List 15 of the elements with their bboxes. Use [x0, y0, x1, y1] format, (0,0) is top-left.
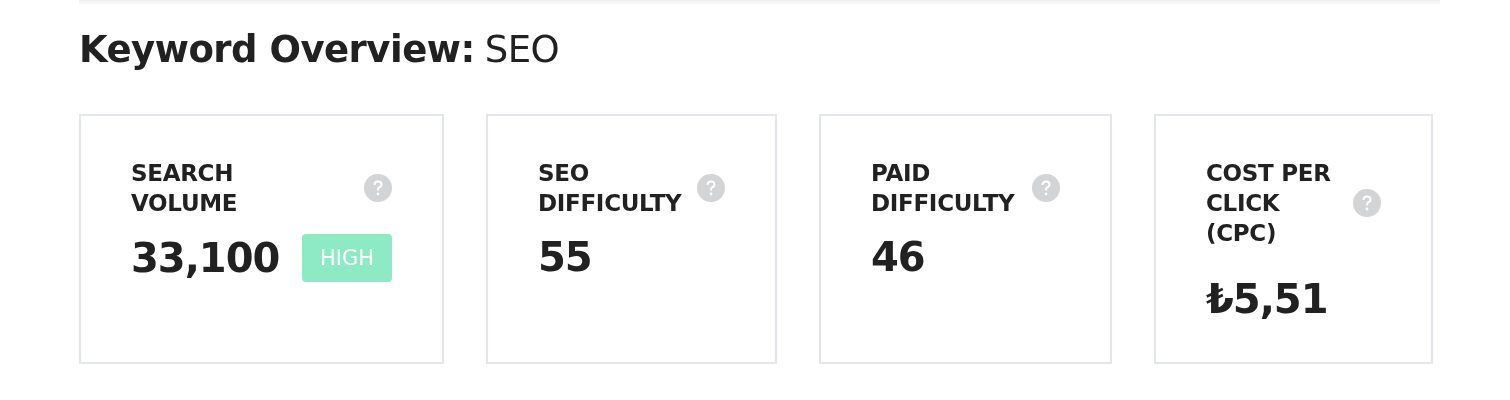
- level-tag: HIGH: [301, 234, 392, 282]
- help-icon[interactable]: [1353, 189, 1381, 217]
- help-icon[interactable]: [697, 174, 725, 202]
- metric-label: SEO DIFFICULTY: [538, 159, 682, 218]
- metric-label: SEARCH VOLUME: [131, 159, 238, 218]
- metric-value: 46: [871, 234, 925, 280]
- metric-value: 33,100: [131, 235, 280, 281]
- help-icon[interactable]: [364, 174, 392, 202]
- metric-value: ₺5,51: [1206, 276, 1328, 322]
- metric-value: 55: [538, 234, 592, 280]
- help-icon[interactable]: [1032, 174, 1060, 202]
- metric-label: PAID DIFFICULTY: [871, 159, 1015, 218]
- page-title: Keyword Overview:: [79, 28, 475, 71]
- metric-label: COST PER CLICK (CPC): [1206, 159, 1331, 248]
- keyword-text: SEO: [484, 28, 560, 71]
